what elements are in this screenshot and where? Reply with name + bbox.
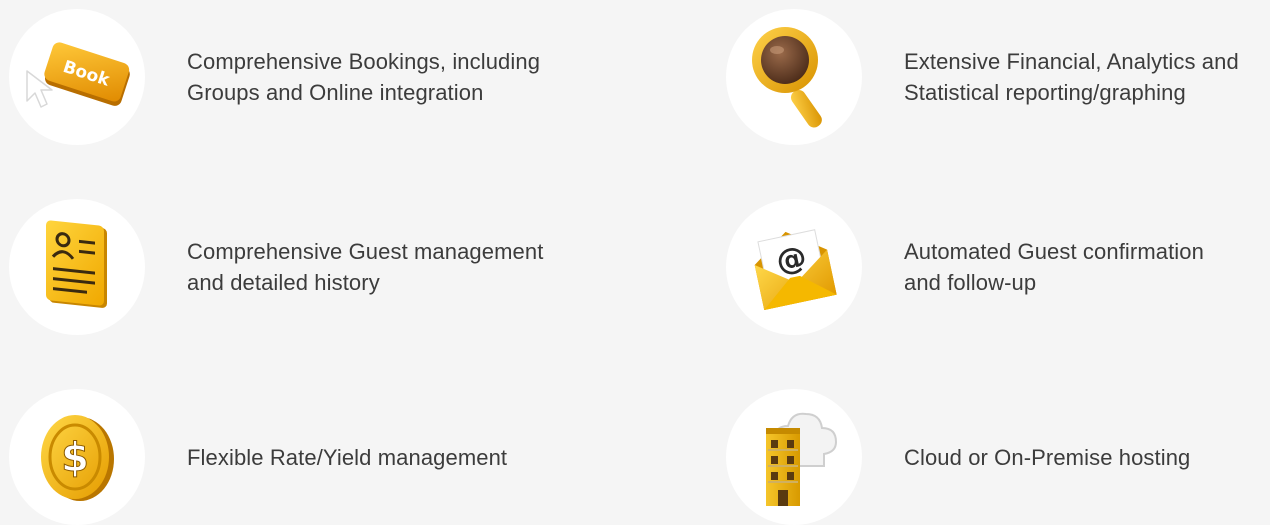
feature-title-line1: Cloud or On-Premise hosting xyxy=(904,444,1191,470)
icon-circle: Book xyxy=(9,9,145,145)
feature-title-line1: Automated Guest confirmation xyxy=(904,239,1204,264)
feature-title-line2: and detailed history xyxy=(187,270,380,295)
feature-hosting: Cloud or On-Premise hosting xyxy=(726,389,1190,525)
feature-title-line2: and follow-up xyxy=(904,270,1037,295)
dollar-sign-label: $ xyxy=(61,435,89,481)
feature-rate-yield: $ Flexible Rate/Yield management xyxy=(9,389,507,525)
guest-profile-card-icon xyxy=(46,220,107,308)
feature-title-line2: Groups and Online integration xyxy=(187,80,484,105)
feature-bookings: Book Comprehensive Bookings, including G… xyxy=(9,9,540,145)
feature-title-line1: Flexible Rate/Yield management xyxy=(187,444,508,470)
magnifying-glass-icon xyxy=(752,27,822,128)
feature-title-line1: Comprehensive Bookings, including xyxy=(187,49,541,74)
icon-circle xyxy=(9,199,145,335)
icon-circle: @ xyxy=(726,199,862,335)
feature-title-line2: Statistical reporting/graphing xyxy=(904,80,1186,105)
feature-guest-management: Comprehensive Guest management and detai… xyxy=(9,199,543,335)
dollar-coin-icon: $ xyxy=(41,415,114,501)
email-envelope-icon: @ xyxy=(754,229,837,311)
cloud-building-icon xyxy=(766,412,838,506)
book-button-icon: Book xyxy=(26,42,130,108)
icon-circle: $ xyxy=(9,389,145,525)
feature-reporting: Extensive Financial, Analytics and Stati… xyxy=(726,9,1239,145)
icon-circle xyxy=(726,389,862,525)
icon-circle xyxy=(726,9,862,145)
feature-title-line1: Extensive Financial, Analytics and xyxy=(904,49,1239,74)
feature-guest-confirmation: @ Automated Guest confirmation and follo… xyxy=(726,199,1204,335)
feature-title-line1: Comprehensive Guest management xyxy=(187,239,544,264)
